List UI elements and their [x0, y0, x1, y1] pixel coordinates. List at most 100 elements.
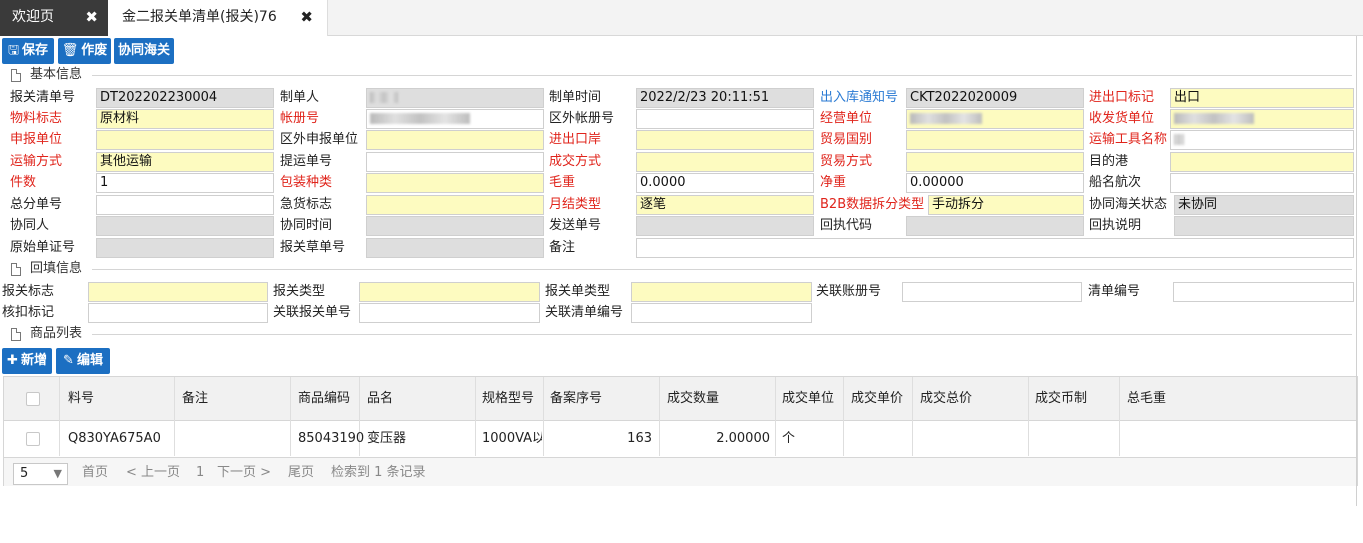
table-row[interactable]: Q830YA675A0 85043190 变压器 1000VA以 163 2.0… [4, 422, 1357, 456]
label-remark: 备注 [549, 240, 576, 255]
label-trade-country: 贸易国别 [820, 132, 873, 147]
save-button[interactable]: 🖫 保存 [2, 38, 54, 64]
select-all-checkbox[interactable] [26, 392, 40, 406]
trade-mode-field[interactable] [906, 152, 1084, 172]
create-time-field[interactable]: 2022/2/23 20:11:51 [636, 88, 814, 108]
label-declaration-form-type: 报关单类型 [545, 284, 611, 299]
transport-mode-field[interactable]: 其他运输 [96, 152, 274, 172]
label-destination-port: 目的港 [1089, 154, 1129, 169]
label-material-flag: 物料标志 [10, 111, 63, 126]
port-field[interactable] [636, 130, 814, 150]
column-header[interactable]: 备注 [182, 377, 208, 421]
label-related-list-no: 关联清单编号 [545, 305, 624, 320]
package-type-field[interactable] [366, 173, 544, 193]
original-doc-no-field[interactable] [96, 238, 274, 258]
send-no-field[interactable] [636, 216, 814, 236]
last-page-link[interactable]: 尾页 [288, 463, 314, 483]
first-page-link[interactable]: 首页 [82, 463, 108, 483]
void-button[interactable]: 🗑 作废 [58, 38, 111, 64]
row-checkbox[interactable] [26, 432, 40, 446]
vessel-voyage-field[interactable] [1170, 173, 1354, 193]
urgent-flag-field[interactable] [366, 195, 544, 215]
column-header[interactable]: 料号 [68, 377, 94, 421]
label-receipt-desc: 回执说明 [1089, 218, 1142, 233]
cell-part-no: Q830YA675A0 [68, 431, 161, 446]
list-no-field[interactable] [1173, 282, 1354, 302]
label-receipt-code: 回执代码 [820, 218, 873, 233]
column-header[interactable]: 成交数量 [667, 377, 719, 421]
sync-time-field[interactable] [366, 216, 544, 236]
business-unit-field[interactable] [906, 109, 1084, 129]
column-header[interactable]: 规格型号 [482, 377, 534, 421]
master-sub-bill-field[interactable] [96, 195, 274, 215]
trade-country-field[interactable] [906, 130, 1084, 150]
close-icon[interactable]: ✖ [300, 0, 313, 34]
cell-quantity: 2.00000 [716, 431, 770, 446]
gross-weight-field[interactable]: 0.0000 [636, 173, 814, 193]
package-count-field[interactable]: 1 [96, 173, 274, 193]
transport-name-field[interactable] [1170, 130, 1354, 150]
related-book-no-field[interactable] [902, 282, 1082, 302]
monthly-type-field[interactable]: 逐笔 [636, 195, 814, 215]
panel-border [1356, 36, 1357, 506]
label-transport-name: 运输工具名称 [1089, 132, 1168, 147]
tab-customs-list[interactable]: 金二报关单清单(报关)76 ✖ [108, 0, 328, 36]
declare-unit-field[interactable] [96, 130, 274, 150]
sync-customs-button[interactable]: 协同海关 [114, 38, 174, 64]
related-declaration-no-field[interactable] [359, 303, 540, 323]
redacted-value [910, 113, 982, 124]
creator-field[interactable] [366, 88, 544, 108]
book-no-field[interactable] [366, 109, 544, 129]
link-inout-notice-no[interactable]: 出入库通知号 [820, 88, 898, 108]
declaration-form-type-field[interactable] [631, 282, 812, 302]
inout-notice-no-field[interactable]: CKT2022020009 [906, 88, 1084, 108]
import-export-flag-field[interactable]: 出口 [1170, 88, 1354, 108]
column-header[interactable]: 备案序号 [550, 377, 602, 421]
declaration-list-no-field[interactable]: DT202202230004 [96, 88, 274, 108]
label-port: 进出口岸 [549, 132, 602, 147]
column-header[interactable]: 品名 [367, 377, 393, 421]
receipt-desc-field[interactable] [1174, 216, 1354, 236]
related-list-no-field[interactable] [631, 303, 812, 323]
declare-type-field[interactable] [359, 282, 540, 302]
label-vessel-voyage: 船名航次 [1089, 175, 1142, 190]
label-package-type: 包装种类 [280, 175, 333, 190]
floppy-icon: 🖫 [7, 43, 20, 58]
page-size-select[interactable]: 5 ▼ [13, 463, 68, 485]
edit-icon: ✎ [63, 353, 74, 368]
add-button[interactable]: ✚ 新增 [2, 348, 52, 374]
deal-mode-field[interactable] [636, 152, 814, 172]
next-page-link[interactable]: 下一页 > [217, 463, 271, 483]
edit-button[interactable]: ✎ 编辑 [56, 348, 110, 374]
close-icon[interactable]: ✖ [85, 0, 98, 34]
column-header[interactable]: 商品编码 [298, 377, 350, 421]
remark-field[interactable] [636, 238, 1354, 258]
section-title: 基本信息 [30, 67, 83, 82]
trash-icon: 🗑 [61, 43, 79, 58]
sync-status-field[interactable]: 未协同 [1174, 195, 1354, 215]
label-business-unit: 经营单位 [820, 111, 873, 126]
column-header[interactable]: 成交单位 [782, 377, 834, 421]
material-flag-field[interactable]: 原材料 [96, 109, 274, 129]
outside-book-no-field[interactable] [636, 109, 814, 129]
prev-page-link[interactable]: < 上一页 [126, 463, 180, 483]
b2b-split-type-field[interactable]: 手动拆分 [928, 195, 1084, 215]
bill-no-field[interactable] [366, 152, 544, 172]
tab-welcome[interactable]: 欢迎页 ✖ [0, 0, 108, 36]
label-trade-mode: 贸易方式 [820, 154, 873, 169]
destination-port-field[interactable] [1170, 152, 1354, 172]
column-header[interactable]: 成交总价 [920, 377, 972, 421]
consignee-unit-field[interactable] [1170, 109, 1354, 129]
declare-flag-field[interactable] [88, 282, 268, 302]
column-header[interactable]: 成交币制 [1035, 377, 1087, 421]
receipt-code-field[interactable] [906, 216, 1084, 236]
deduct-flag-field[interactable] [88, 303, 268, 323]
outside-declare-unit-field[interactable] [366, 130, 544, 150]
label-net-weight: 净重 [820, 175, 847, 190]
label-sync-person: 协同人 [10, 218, 50, 233]
sync-person-field[interactable] [96, 216, 274, 236]
net-weight-field[interactable]: 0.00000 [906, 173, 1084, 193]
draft-no-field[interactable] [366, 238, 544, 258]
column-header[interactable]: 成交单价 [851, 377, 903, 421]
column-header[interactable]: 总毛重 [1127, 377, 1166, 421]
